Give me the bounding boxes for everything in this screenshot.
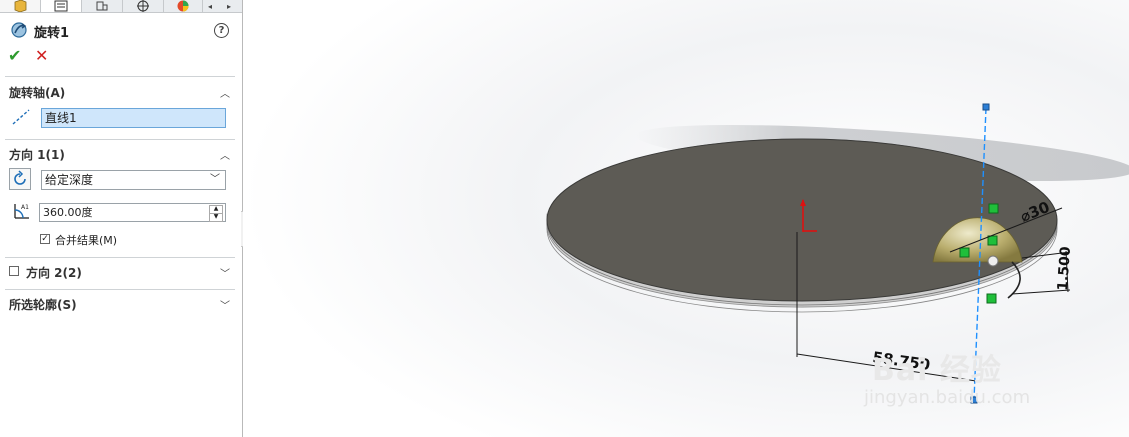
cancel-button[interactable]: ✕ [35,47,48,65]
appearance-icon [177,0,189,12]
section-direction1-header[interactable]: 方向 1(1) [9,146,65,163]
tab-display-manager[interactable] [164,0,203,12]
divider [5,139,235,140]
property-manager-panel: ◂ ▸ 旋转1 ? ✔ ✕ 旋转轴(A) ︿ 直线1 方向 1(1) ︿ 给定深… [0,0,243,437]
chevron-down-icon[interactable]: ﹀ [220,297,230,312]
watermark-logo: Bai 经验 [872,353,1002,388]
tab-scroll-right-icon[interactable]: ▸ [222,0,236,12]
section-direction2-header[interactable]: 方向 2(2) [26,264,82,281]
chevron-up-icon[interactable]: ︿ [220,85,230,100]
center-point-icon[interactable] [987,255,999,267]
manager-tabs: ◂ ▸ [0,0,242,13]
axis-selection-field[interactable]: 直线1 [41,108,226,128]
watermark-url: jingyan.baidu.com [864,387,1031,408]
divider [5,76,235,77]
relation-marker[interactable] [986,293,997,304]
help-icon[interactable]: ? [214,23,229,38]
angle-input[interactable]: 360.00度 ▲ ▼ [39,203,226,222]
svg-text:A1: A1 [21,204,29,211]
thickness-dimension-text[interactable]: 1.500 [1055,246,1074,292]
divider [5,257,235,258]
tab-dimxpert-manager[interactable] [123,0,164,12]
revolve-feature-icon [11,22,27,38]
tab-scroll-left-icon[interactable]: ◂ [203,0,217,12]
tab-configuration-manager[interactable] [82,0,123,12]
axis-line-icon [12,109,30,125]
tab-property-manager[interactable] [41,0,82,12]
end-condition-value: 给定深度 [45,173,94,187]
reverse-direction-button[interactable] [9,168,31,190]
graphics-viewport[interactable]: ⌀30 1.500 58.750 Bai 经验 jingyan.baidu.co… [243,0,1129,437]
axis-endpoint-handle[interactable] [982,103,990,111]
direction2-checkbox[interactable] [9,266,19,276]
configuration-icon [96,1,108,11]
relation-marker[interactable] [959,247,970,258]
chevron-up-icon[interactable]: ︿ [220,147,230,162]
relation-marker[interactable] [987,235,998,246]
ok-button[interactable]: ✔ [8,47,21,65]
reverse-direction-icon [14,170,26,185]
section-axis-header[interactable]: 旋转轴(A) [9,84,65,101]
merge-result-label: 合并结果(M) [55,234,118,247]
merge-result-checkbox[interactable]: ✓ [40,234,50,244]
section-contours-header[interactable]: 所选轮廓(S) [9,296,77,313]
chevron-down-icon: ﹀ [210,174,220,185]
tab-feature-manager[interactable] [0,0,41,12]
crosshair-icon [137,0,149,12]
relation-marker[interactable] [988,203,999,214]
feature-title: 旋转1 [34,26,70,41]
spinner-down-icon[interactable]: ▼ [209,213,223,222]
divider [5,289,235,290]
property-manager-icon [54,0,68,12]
angle-value: 360.00度 [43,206,93,219]
end-condition-select[interactable]: 给定深度 ﹀ [41,170,226,190]
chevron-down-icon[interactable]: ﹀ [220,265,230,280]
part-icon [14,0,27,12]
angle-icon: A1 [14,204,29,219]
